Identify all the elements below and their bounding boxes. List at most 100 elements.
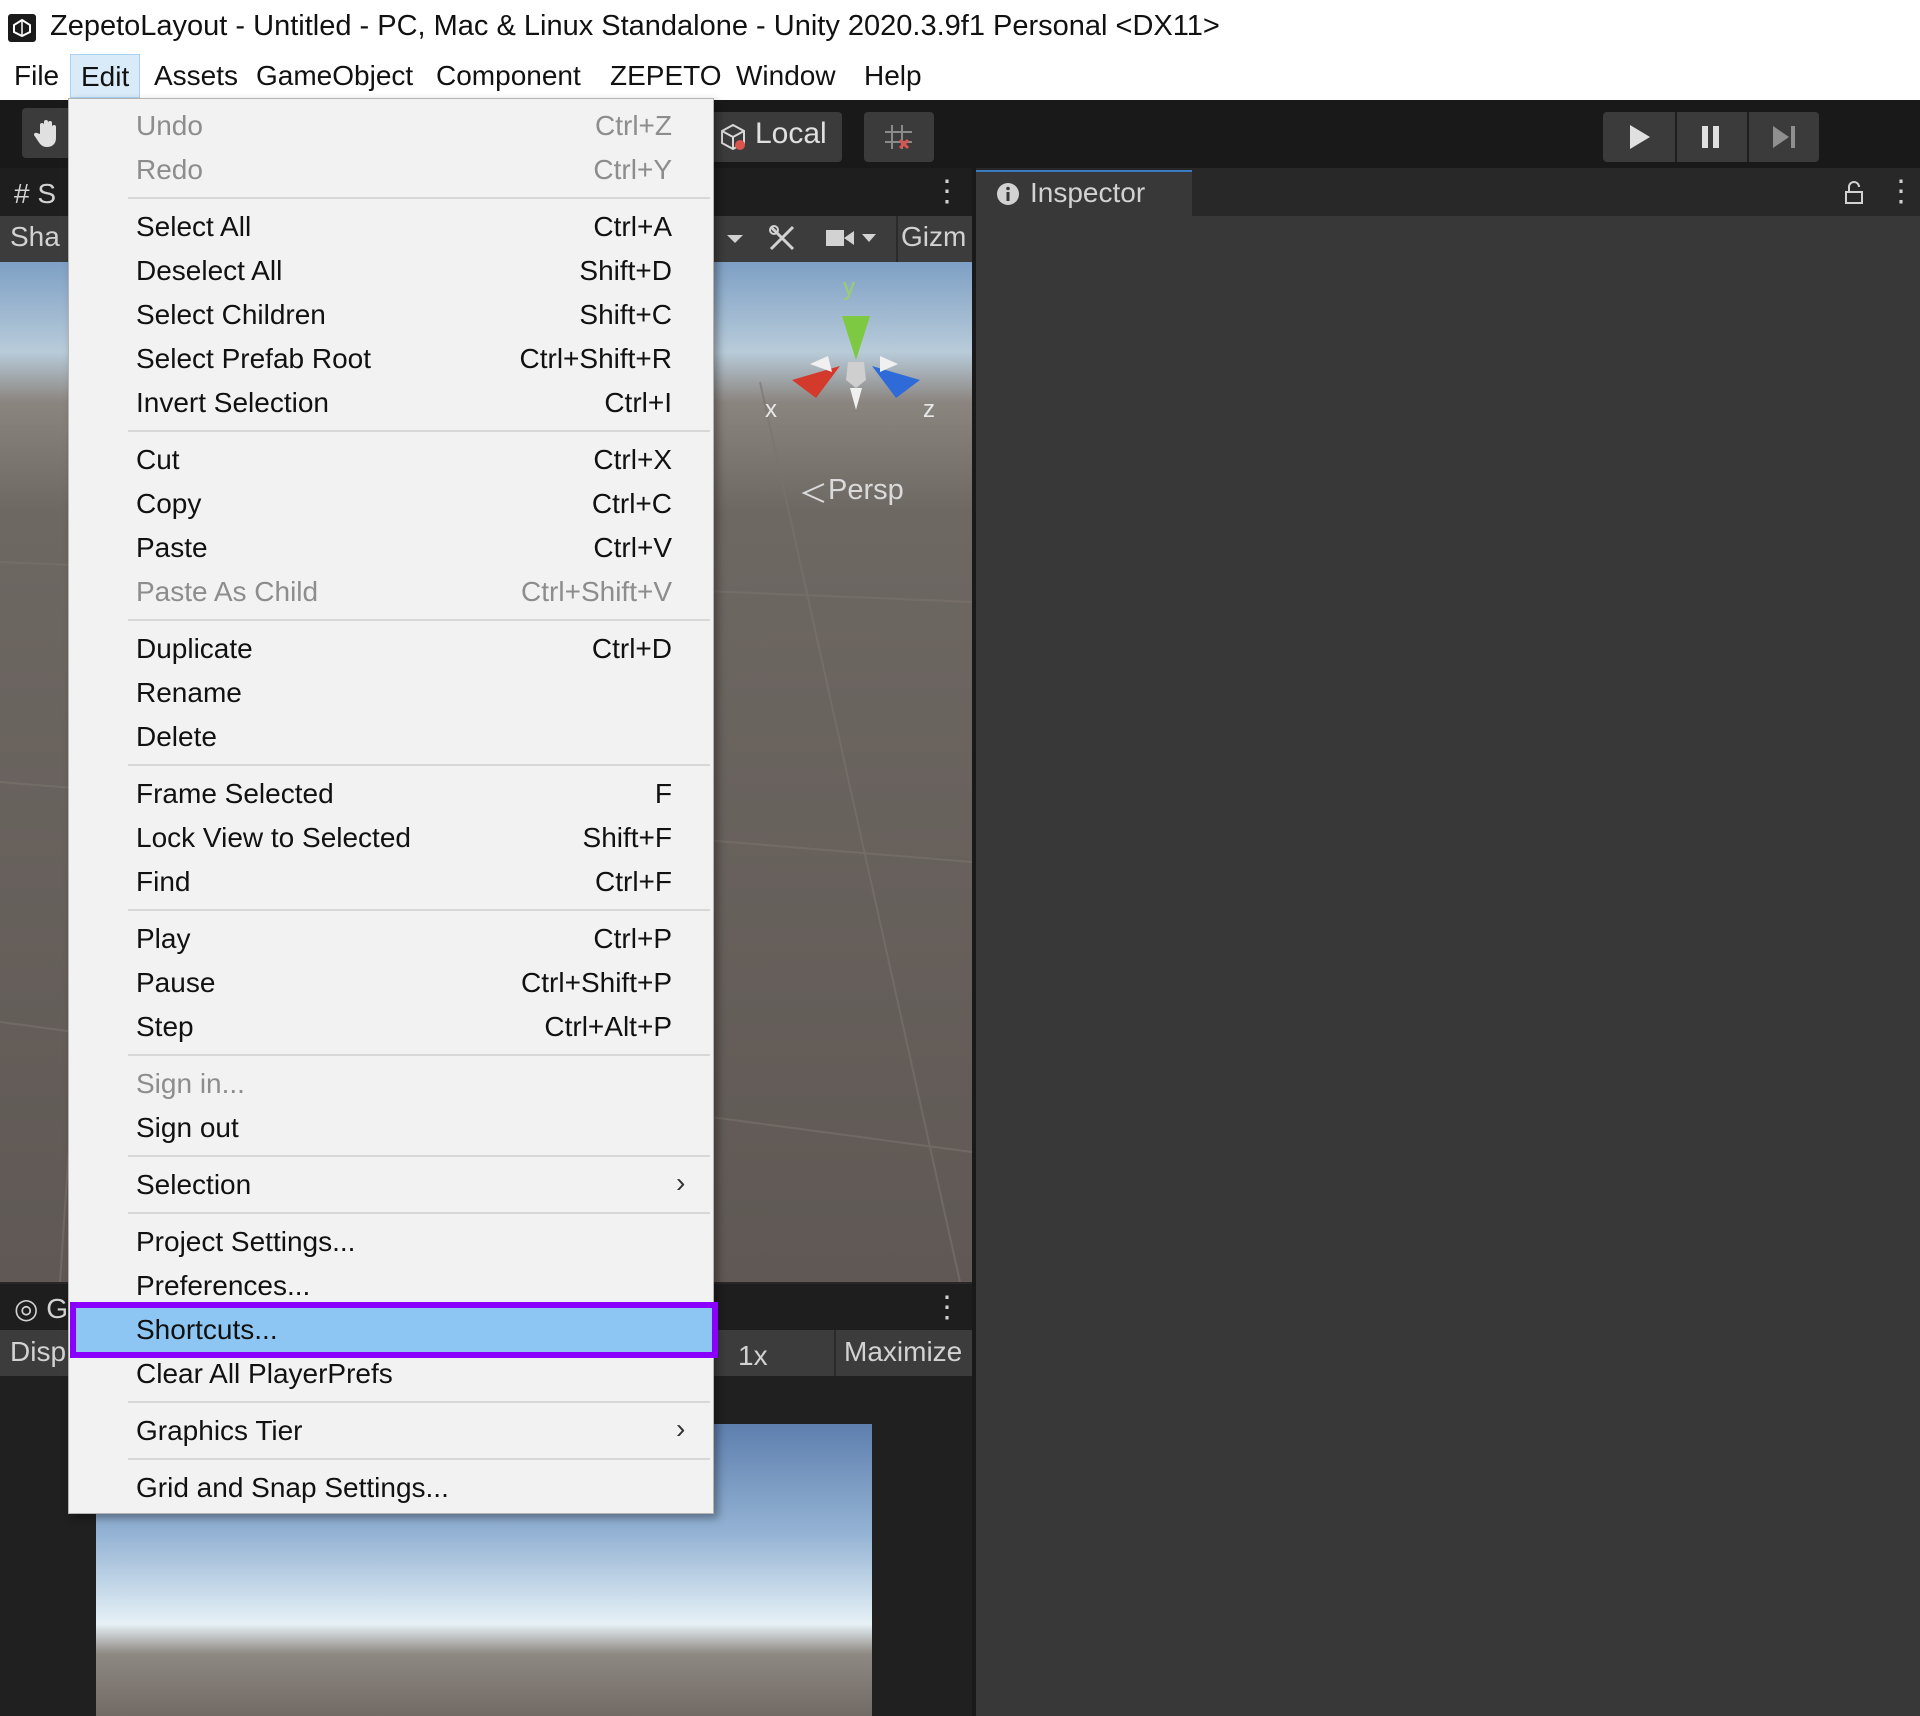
toolbar-divider bbox=[896, 216, 898, 262]
scale-value[interactable]: 1x bbox=[738, 1340, 768, 1372]
menu-item-cut[interactable]: Cut bbox=[136, 444, 180, 476]
grid-snap-icon bbox=[885, 125, 912, 150]
menu-item-copy[interactable]: Copy bbox=[136, 488, 201, 520]
window-title: ZepetoLayout - Untitled - PC, Mac & Linu… bbox=[50, 10, 1220, 42]
lock-icon[interactable] bbox=[1843, 180, 1865, 206]
menu-item-deselect-all[interactable]: Deselect All bbox=[136, 255, 282, 287]
menu-item-grid-snap-settings[interactable]: Grid and Snap Settings... bbox=[136, 1472, 449, 1504]
inspector-more-icon[interactable]: ⋮ bbox=[1886, 174, 1916, 209]
tab-scene[interactable]: # S bbox=[14, 178, 56, 210]
menu-item-delete[interactable]: Delete bbox=[136, 721, 217, 753]
menu-item-step[interactable]: Step bbox=[136, 1011, 194, 1043]
menu-item-play[interactable]: Play bbox=[136, 923, 190, 955]
axis-y-label: y bbox=[843, 274, 855, 301]
menu-item-frame-selected[interactable]: Frame Selected bbox=[136, 778, 334, 810]
pivot-rotation-label: Local bbox=[755, 117, 827, 150]
menu-item-pause[interactable]: Pause bbox=[136, 967, 215, 999]
menu-item-preferences[interactable]: Preferences... bbox=[136, 1270, 310, 1302]
shortcut-play: Ctrl+P bbox=[593, 923, 672, 954]
chevron-right-icon: › bbox=[676, 1167, 686, 1198]
chevron-right-icon: › bbox=[676, 1413, 686, 1444]
grid-snap-button[interactable] bbox=[864, 112, 934, 162]
menu-item-graphics-tier[interactable]: Graphics Tier bbox=[136, 1415, 303, 1447]
menu-edit[interactable]: Edit bbox=[70, 54, 141, 98]
menu-help[interactable]: Help bbox=[854, 54, 932, 98]
hash-icon: # bbox=[14, 178, 38, 209]
shortcut-duplicate: Ctrl+D bbox=[591, 633, 672, 664]
menu-separator bbox=[128, 197, 710, 199]
menu-item-select-prefab-root[interactable]: Select Prefab Root bbox=[136, 343, 371, 375]
pause-icon[interactable] bbox=[1698, 123, 1724, 151]
playmode-divider bbox=[1747, 112, 1749, 162]
shading-mode-dropdown[interactable]: Sha bbox=[10, 221, 60, 253]
shortcut-pause: Ctrl+Shift+P bbox=[521, 967, 672, 998]
menu-item-sign-in: Sign in... bbox=[136, 1068, 245, 1099]
menu-assets[interactable]: Assets bbox=[144, 54, 248, 98]
menu-item-project-settings[interactable]: Project Settings... bbox=[136, 1226, 355, 1258]
play-icon[interactable] bbox=[1626, 123, 1652, 151]
menu-separator bbox=[128, 1401, 710, 1403]
menu-item-lock-view[interactable]: Lock View to Selected bbox=[136, 822, 411, 854]
menu-separator bbox=[128, 430, 710, 432]
info-icon bbox=[997, 183, 1019, 205]
cube-icon bbox=[721, 123, 745, 151]
tab-game[interactable]: ◎ G bbox=[14, 1292, 68, 1325]
gizmos-button[interactable]: Gizm bbox=[901, 221, 966, 253]
menu-separator bbox=[128, 764, 710, 766]
menu-item-paste[interactable]: Paste bbox=[136, 532, 208, 564]
persp-arrow-icon bbox=[801, 483, 825, 503]
shortcut-deselect-all: Shift+D bbox=[579, 255, 672, 286]
chevron-down-icon[interactable] bbox=[724, 228, 746, 250]
menu-item-sign-out[interactable]: Sign out bbox=[136, 1112, 239, 1144]
inspector-panel bbox=[976, 168, 1920, 1716]
display-dropdown[interactable]: Disp bbox=[10, 1336, 66, 1368]
shortcut-lock-view: Shift+F bbox=[582, 822, 672, 853]
menu-item-rename[interactable]: Rename bbox=[136, 677, 242, 709]
shortcut-step: Ctrl+Alt+P bbox=[544, 1011, 672, 1042]
tools-icon[interactable] bbox=[766, 222, 798, 254]
axis-x-label: x bbox=[765, 396, 777, 423]
game-more-icon[interactable]: ⋮ bbox=[932, 1290, 962, 1325]
shortcut-invert-selection: Ctrl+I bbox=[604, 387, 672, 418]
shortcut-frame-selected: F bbox=[654, 778, 672, 809]
playmode-divider bbox=[1675, 112, 1677, 162]
menu-item-redo: Redo bbox=[136, 154, 203, 185]
shortcut-select-prefab-root: Ctrl+Shift+R bbox=[519, 343, 673, 374]
menu-item-select-all[interactable]: Select All bbox=[136, 211, 251, 243]
maximize-label: Maximize bbox=[844, 1336, 963, 1367]
menu-separator bbox=[128, 1054, 710, 1056]
menu-gameobject[interactable]: GameObject bbox=[246, 54, 423, 98]
hand-tool-button[interactable] bbox=[22, 108, 74, 158]
shortcut-paste: Ctrl+V bbox=[593, 532, 672, 563]
menu-window[interactable]: Window bbox=[726, 54, 846, 98]
menu-item-duplicate[interactable]: Duplicate bbox=[136, 633, 253, 665]
unity-logo-icon bbox=[8, 14, 36, 42]
menu-separator bbox=[128, 1458, 710, 1460]
shortcut-paste-as-child: Ctrl+Shift+V bbox=[521, 576, 672, 607]
shortcut-undo: Ctrl+Z bbox=[595, 110, 672, 141]
menu-item-shortcuts[interactable]: Shortcuts... bbox=[136, 1314, 278, 1346]
menu-separator bbox=[128, 909, 710, 911]
scene-more-icon[interactable]: ⋮ bbox=[932, 174, 962, 209]
camera-icon[interactable] bbox=[824, 224, 878, 252]
menu-item-select-children[interactable]: Select Children bbox=[136, 299, 326, 331]
step-icon[interactable] bbox=[1770, 123, 1798, 151]
menu-item-selection[interactable]: Selection bbox=[136, 1169, 251, 1201]
shortcut-select-children: Shift+C bbox=[579, 299, 672, 330]
tab-game-label: G bbox=[46, 1293, 68, 1324]
hand-icon bbox=[34, 120, 56, 147]
gamepad-icon: ◎ bbox=[14, 1293, 47, 1324]
projection-label[interactable]: Persp bbox=[828, 474, 904, 507]
menu-component[interactable]: Component bbox=[426, 54, 591, 98]
menu-item-find[interactable]: Find bbox=[136, 866, 190, 898]
menu-item-invert-selection[interactable]: Invert Selection bbox=[136, 387, 329, 419]
axis-z-label: z bbox=[923, 396, 935, 423]
menu-zepeto[interactable]: ZEPETO bbox=[600, 54, 732, 98]
menu-item-paste-as-child: Paste As Child bbox=[136, 576, 319, 607]
shortcut-copy: Ctrl+C bbox=[591, 488, 672, 519]
menu-item-clear-playerprefs[interactable]: Clear All PlayerPrefs bbox=[136, 1358, 393, 1390]
shortcut-find: Ctrl+F bbox=[595, 866, 672, 897]
scene-orientation-gizmo[interactable] bbox=[768, 280, 948, 450]
menu-file[interactable]: File bbox=[4, 54, 69, 98]
shortcut-cut: Ctrl+X bbox=[593, 444, 672, 475]
